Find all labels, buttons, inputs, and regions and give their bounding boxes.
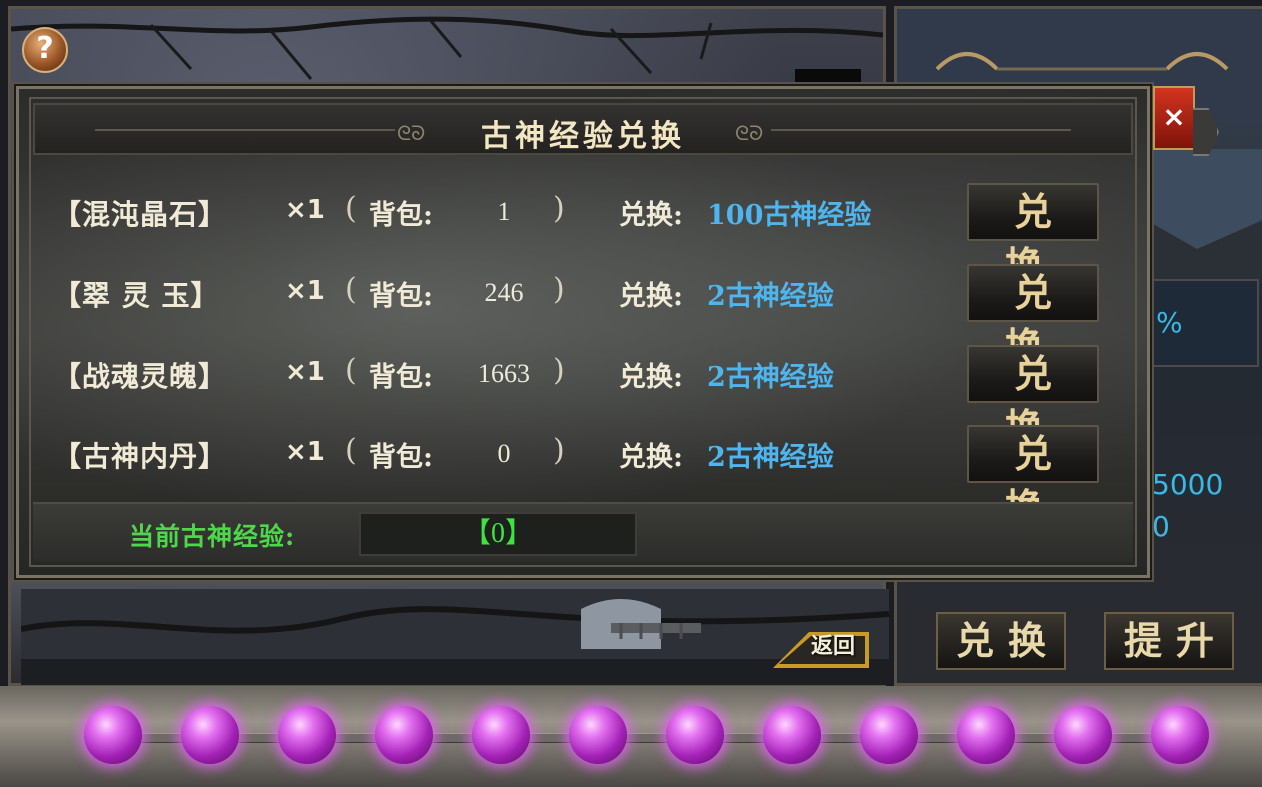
bag-label: 背包: — [369, 442, 433, 473]
exchange-reward: 2古神经验 — [707, 281, 834, 312]
dialog-title: 古神经验兑换 — [481, 119, 685, 154]
item-name: 【战魂灵魄】 — [53, 360, 228, 393]
exchange-button[interactable]: 兑换 — [967, 264, 1099, 369]
paren-left: ( — [345, 353, 357, 388]
percent-text: % — [1156, 306, 1183, 339]
item-quantity: ×1 — [285, 276, 325, 306]
item-quantity: ×1 — [285, 195, 325, 225]
purple-orb-icon[interactable] — [763, 706, 821, 764]
exchange-label: 兑换: — [619, 362, 683, 393]
item-name: 【混沌晶石】 — [53, 198, 228, 231]
exchange-button[interactable]: 兑换 — [967, 345, 1099, 450]
exchange-label: 兑换: — [619, 442, 683, 473]
purple-orb-icon[interactable] — [84, 706, 142, 764]
exchange-button[interactable]: 兑换 — [967, 425, 1099, 530]
right-exchange-button[interactable]: 兑换 — [936, 612, 1066, 670]
exchange-row: 【翠 灵 玉】 ×1 ( 背包: 246 ) 兑换: 2古神经验 兑换 — [19, 256, 1149, 369]
paren-right: ) — [553, 433, 565, 468]
exchange-reward: 100古神经验 — [707, 200, 872, 231]
item-name: 【翠 灵 玉】 — [53, 279, 220, 312]
purple-orb-icon[interactable] — [569, 706, 627, 764]
paren-right: ) — [553, 191, 565, 226]
paren-left: ( — [345, 191, 357, 226]
current-exp-bar: 当前古神经验: 【0】 — [33, 502, 1133, 562]
item-name: 【古神内丹】 — [53, 440, 228, 473]
orb-connector-line — [90, 733, 1200, 743]
exchange-reward: 2古神经验 — [707, 362, 834, 393]
dialog-title-bar: ᘓᘐ ᘓᘐ 古神经验兑换 — [33, 103, 1133, 155]
bag-label: 背包: — [369, 200, 433, 231]
bridge-scene-decoration — [21, 589, 889, 685]
stat-value-1: 5000 — [1152, 468, 1224, 501]
bag-count: 1663 — [478, 359, 530, 388]
bag-count: 0 — [497, 439, 511, 468]
exchange-row: 【战魂灵魄】 ×1 ( 背包: 1663 ) 兑换: 2古神经验 兑换 — [19, 337, 1149, 450]
purple-orb-icon[interactable] — [375, 706, 433, 764]
exchange-label: 兑换: — [619, 281, 683, 312]
paren-left: ( — [345, 272, 357, 307]
current-exp-label: 当前古神经验: — [129, 522, 296, 551]
help-button[interactable]: ? — [22, 27, 68, 73]
item-quantity: ×1 — [285, 357, 325, 387]
exp-exchange-dialog: ᘓᘐ ᘓᘐ 古神经验兑换 【混沌晶石】 ×1 ( 背包: 1 ) 兑换: 100… — [16, 86, 1150, 578]
purple-orb-icon[interactable] — [1151, 706, 1209, 764]
bag-count: 246 — [484, 278, 524, 307]
exchange-reward: 2古神经验 — [707, 442, 834, 473]
purple-orb-icon[interactable] — [1054, 706, 1112, 764]
exchange-row: 【混沌晶石】 ×1 ( 背包: 1 ) 兑换: 100古神经验 兑换 — [19, 175, 1149, 288]
back-button[interactable]: 返回 — [773, 616, 869, 668]
stat-value-2: 0 — [1152, 510, 1170, 543]
purple-orb-icon[interactable] — [666, 706, 724, 764]
bag-label: 背包: — [369, 281, 433, 312]
exchange-row: 【古神内丹】 ×1 ( 背包: 0 ) 兑换: 2古神经验 兑换 — [19, 417, 1149, 530]
bag-label: 背包: — [369, 362, 433, 393]
close-button[interactable]: × — [1153, 86, 1195, 150]
item-quantity: ×1 — [285, 437, 325, 467]
upgrade-button[interactable]: 提升 — [1104, 612, 1234, 670]
purple-orb-icon[interactable] — [957, 706, 1015, 764]
purple-orb-icon[interactable] — [472, 706, 530, 764]
purple-orb-icon[interactable] — [860, 706, 918, 764]
exchange-button[interactable]: 兑换 — [967, 183, 1099, 288]
current-exp-value: 【0】 — [359, 512, 637, 556]
bag-count: 1 — [497, 197, 511, 226]
paren-left: ( — [345, 433, 357, 468]
back-button-label: 返回 — [810, 634, 855, 659]
purple-orb-icon[interactable] — [181, 706, 239, 764]
orb-strip — [0, 686, 1262, 787]
paren-right: ) — [553, 272, 565, 307]
purple-orb-icon[interactable] — [278, 706, 336, 764]
exchange-label: 兑换: — [619, 200, 683, 231]
paren-right: ) — [553, 353, 565, 388]
dialog-inner-frame — [29, 97, 1137, 567]
